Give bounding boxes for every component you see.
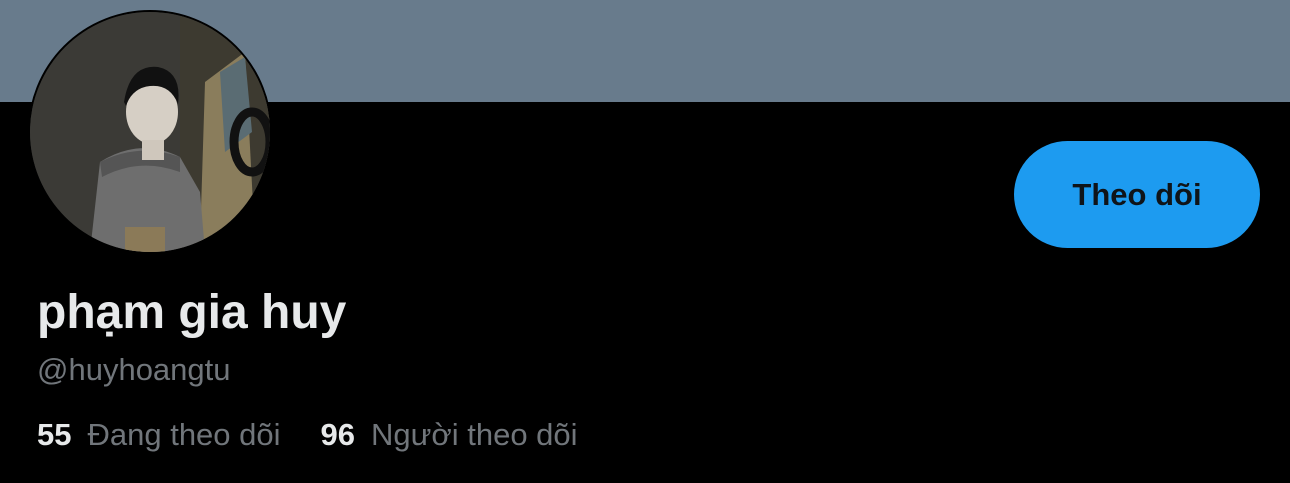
followers-link[interactable]: 96 Người theo dõi bbox=[321, 415, 578, 455]
follow-button[interactable]: Theo dõi bbox=[1014, 141, 1260, 248]
avatar[interactable] bbox=[28, 10, 272, 254]
display-name: phạm gia huy bbox=[37, 286, 347, 339]
avatar-photo-icon bbox=[30, 12, 270, 252]
following-label: Đang theo dõi bbox=[87, 417, 281, 452]
username-handle: @huyhoangtu bbox=[37, 352, 231, 387]
follow-stats: 55 Đang theo dõi 96 Người theo dõi bbox=[37, 415, 618, 455]
following-link[interactable]: 55 Đang theo dõi bbox=[37, 415, 281, 455]
followers-label: Người theo dõi bbox=[371, 417, 578, 452]
following-count: 55 bbox=[37, 417, 72, 452]
profile-header: Theo dõi phạm gia huy @huyhoangtu 55 Đan… bbox=[0, 0, 1290, 483]
followers-count: 96 bbox=[320, 417, 356, 452]
